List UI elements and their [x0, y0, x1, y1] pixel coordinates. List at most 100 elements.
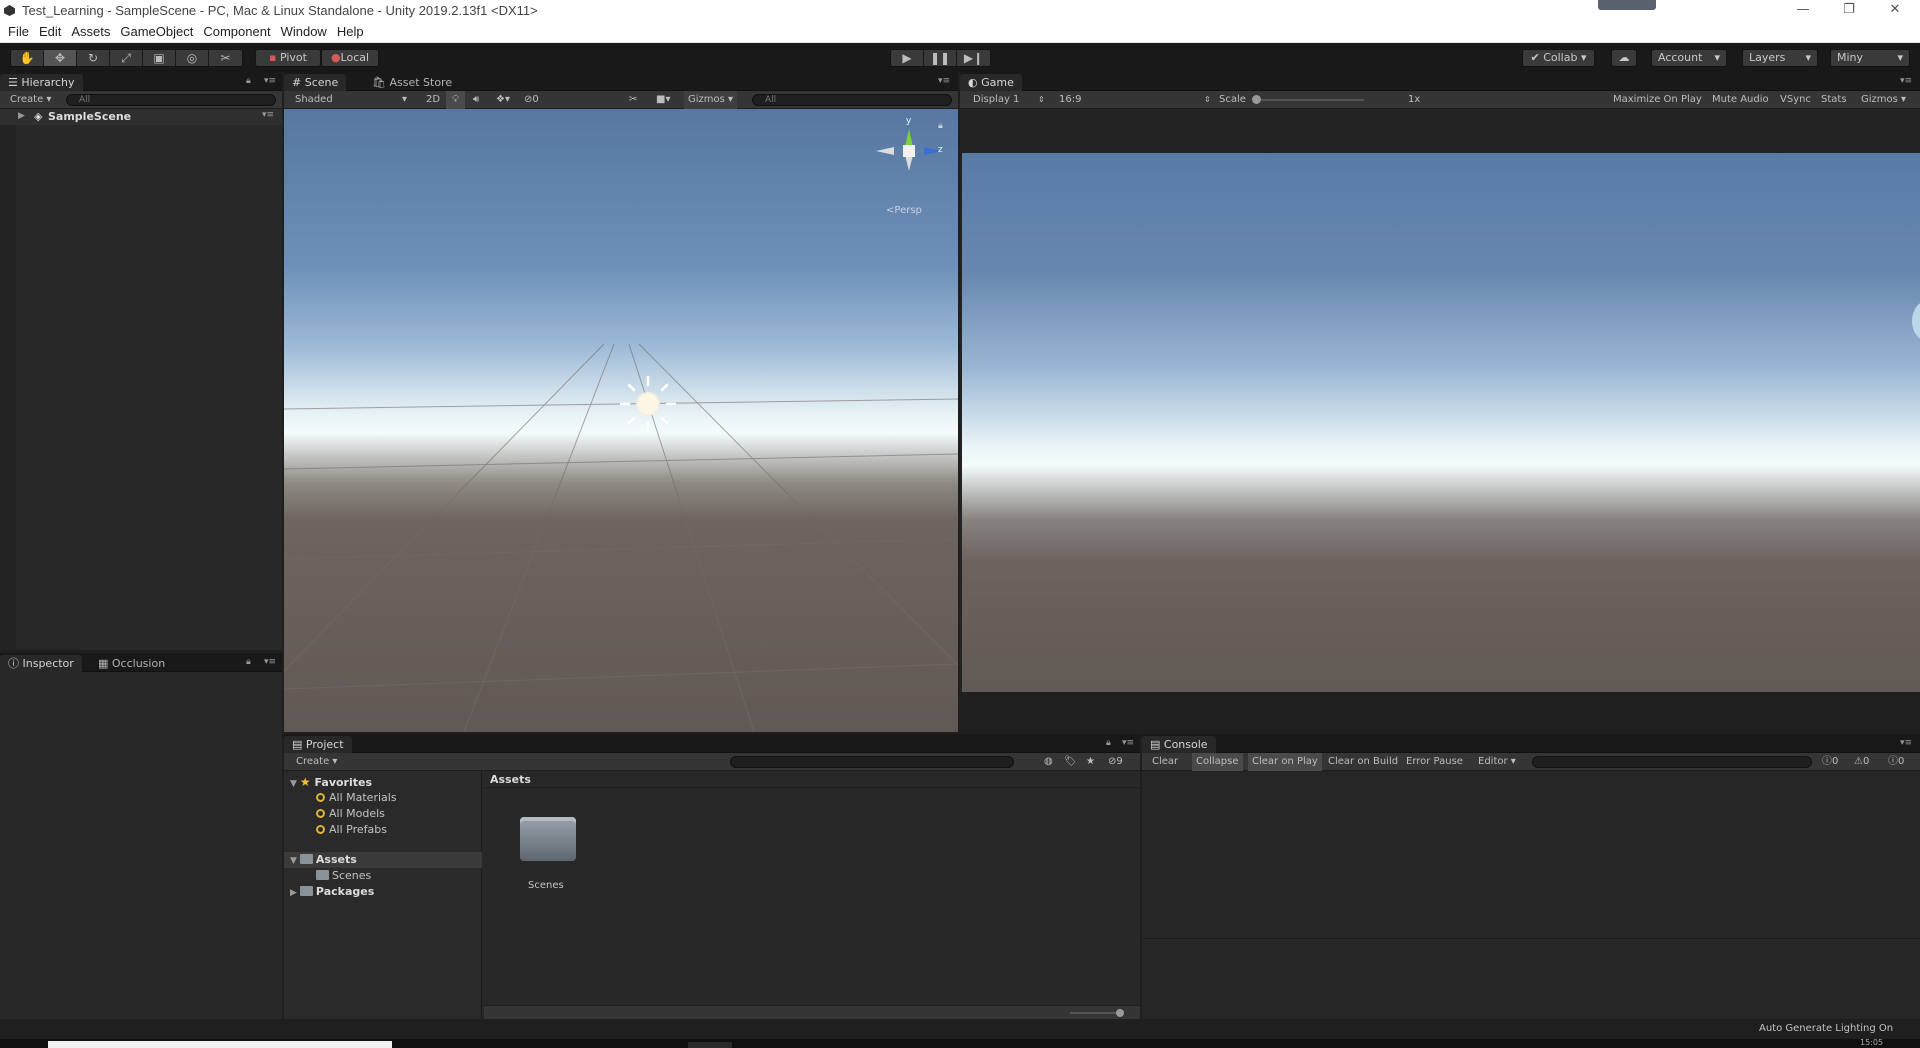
hidden-objects-toggle[interactable]: ⊘0 — [524, 91, 539, 109]
console-menu-icon[interactable]: ▾≡ — [1900, 738, 1912, 748]
scale-tool-icon[interactable]: ⤢ — [110, 50, 143, 66]
effects-toggle-icon[interactable]: ❖▾ — [496, 91, 510, 109]
icon-size-slider-thumb[interactable] — [1116, 1009, 1124, 1017]
menu-help[interactable]: Help — [332, 22, 369, 42]
stats-toggle[interactable]: Stats — [1821, 91, 1847, 109]
rotate-tool-icon[interactable]: ↻ — [77, 50, 110, 66]
pause-icon[interactable]: ❚❚ — [924, 50, 957, 66]
rect-tool-icon[interactable]: ▣ — [143, 50, 176, 66]
scenes-folder-item[interactable]: Scenes — [316, 869, 371, 882]
hierarchy-search[interactable]: All — [66, 94, 276, 106]
mute-audio-toggle[interactable]: Mute Audio — [1712, 91, 1769, 109]
play-icon[interactable]: ▶ — [891, 50, 924, 66]
tab-occlusion[interactable]: ▦ Occlusion — [90, 655, 173, 672]
game-gizmos-dropdown[interactable]: Gizmos ▾ — [1861, 91, 1906, 109]
layers-dropdown[interactable]: Layers ▾ — [1742, 49, 1818, 67]
search-by-type-icon[interactable]: ◍ — [1044, 753, 1053, 771]
breadcrumb[interactable]: Assets — [490, 773, 531, 786]
inspector-menu-icon[interactable]: ▾≡ — [264, 657, 276, 667]
pivot-button[interactable]: ▪ Pivot — [255, 49, 321, 67]
menu-assets[interactable]: Assets — [66, 22, 115, 42]
clear-on-build-toggle[interactable]: Clear on Build — [1328, 753, 1398, 771]
tab-asset-store[interactable]: 🛍︎ Asset Store — [364, 74, 460, 91]
tab-hierarchy[interactable]: ☰ Hierarchy — [0, 74, 83, 91]
error-pause-toggle[interactable]: Error Pause — [1406, 753, 1463, 771]
tab-game[interactable]: ◐ Game — [960, 74, 1022, 91]
shading-dropdown-arrow-icon[interactable]: ▾ — [402, 91, 407, 109]
minimize-button[interactable]: — — [1780, 0, 1826, 22]
move-tool-icon[interactable]: ✥ — [44, 50, 77, 66]
project-search[interactable] — [730, 756, 1014, 768]
step-icon[interactable]: ▶❙ — [957, 50, 990, 66]
display-dropdown[interactable]: Display 1 — [973, 91, 1019, 109]
console-search[interactable] — [1532, 756, 1812, 768]
scale-slider-thumb[interactable] — [1252, 95, 1261, 104]
projection-toggle[interactable]: <Persp — [886, 205, 922, 216]
search-by-label-icon[interactable]: 🏷︎ — [1064, 753, 1077, 771]
taskbar-search-box[interactable] — [48, 1041, 392, 1048]
scale-slider-track[interactable] — [1256, 99, 1364, 101]
mode-2d-toggle[interactable]: 2D — [421, 91, 445, 109]
transform-tool-icon[interactable]: ◎ — [176, 50, 209, 66]
console-detail-area[interactable] — [1142, 940, 1920, 1019]
cloud-icon[interactable]: ☁ — [1611, 49, 1637, 67]
hierarchy-create[interactable]: Create ▾ — [10, 91, 51, 109]
maximize-on-play-toggle[interactable]: Maximize On Play — [1613, 91, 1702, 109]
menu-edit[interactable]: Edit — [34, 22, 66, 42]
aspect-dropdown-arrow-icon[interactable]: ⇕ — [1204, 91, 1211, 109]
menu-gameobject[interactable]: GameObject — [115, 22, 198, 42]
taskbar-app-button[interactable] — [688, 1042, 732, 1048]
clear-button[interactable]: Clear — [1152, 753, 1178, 771]
scene-search[interactable]: All — [752, 94, 952, 106]
editor-dropdown[interactable]: Editor ▾ — [1478, 753, 1516, 771]
camera-icon[interactable]: ■▾ — [656, 91, 670, 109]
collab-button[interactable]: ✔ Collab ▾ — [1522, 49, 1595, 67]
shading-mode-dropdown[interactable]: Shaded — [295, 91, 333, 109]
warning-filter-toggle[interactable]: ⚠0 — [1854, 753, 1869, 771]
hand-tool-icon[interactable]: ✋ — [11, 50, 44, 66]
project-lock-icon[interactable]: 🔒︎ — [1106, 738, 1111, 748]
hierarchy-scene-row[interactable]: ▶ ◈ SampleScene ▾≡ — [0, 109, 282, 125]
local-button[interactable]: ●Local — [321, 49, 379, 67]
tab-inspector[interactable]: ⓘ Inspector — [0, 655, 82, 672]
gizmos-dropdown[interactable]: Gizmos ▾ — [684, 91, 738, 109]
game-panel-menu-icon[interactable]: ▾≡ — [1900, 76, 1912, 86]
console-log-area[interactable] — [1142, 771, 1920, 939]
icon-size-slider-track[interactable] — [1070, 1012, 1120, 1014]
tab-project[interactable]: ▤ Project — [284, 736, 352, 753]
lighting-toggle-icon[interactable]: 💡︎ — [446, 91, 465, 109]
info-filter-toggle[interactable]: ⓘ0 — [1822, 753, 1838, 771]
layout-dropdown[interactable]: Miny ▾ — [1830, 49, 1910, 67]
game-viewport[interactable] — [962, 153, 1920, 692]
close-button[interactable]: ✕ — [1872, 0, 1918, 22]
scene-viewport[interactable]: y z 🔒︎ <Persp — [284, 109, 958, 732]
menu-file[interactable]: File — [3, 22, 34, 42]
assets-folder-item[interactable]: ▼ Assets — [290, 853, 357, 866]
menu-window[interactable]: Window — [276, 22, 332, 42]
error-filter-toggle[interactable]: ⓘ0 — [1888, 753, 1904, 771]
inspector-lock-icon[interactable]: 🔒︎ — [246, 657, 251, 667]
project-menu-icon[interactable]: ▾≡ — [1122, 738, 1134, 748]
audio-toggle-icon[interactable]: 🔊︎ — [473, 91, 479, 109]
orientation-gizmo[interactable] — [874, 119, 944, 181]
hidden-packages-toggle[interactable]: ⊘9 — [1108, 753, 1123, 771]
scenes-folder-label[interactable]: Scenes — [528, 880, 564, 891]
scenes-folder-icon[interactable] — [520, 817, 576, 861]
vsync-toggle[interactable]: VSync — [1780, 91, 1811, 109]
scene-panel-menu-icon[interactable]: ▾≡ — [938, 76, 950, 86]
fav-all-materials[interactable]: All Materials — [316, 791, 397, 804]
project-create[interactable]: Create ▾ — [296, 753, 337, 771]
tab-scene[interactable]: # Scene — [284, 74, 347, 91]
account-dropdown[interactable]: Account ▾ — [1651, 49, 1727, 67]
display-dropdown-arrow-icon[interactable]: ⇕ — [1038, 91, 1045, 109]
fav-all-models[interactable]: All Models — [316, 807, 385, 820]
custom-tool-icon[interactable]: ✂ — [209, 50, 242, 66]
tab-console[interactable]: ▤ Console — [1142, 736, 1216, 753]
gizmo-lock-icon[interactable]: 🔒︎ — [938, 121, 943, 131]
scene-menu-icon[interactable]: ▾≡ — [262, 110, 274, 120]
favorite-icon[interactable]: ★ — [1086, 753, 1095, 771]
expand-arrow-icon[interactable]: ▶ — [18, 111, 25, 121]
fav-all-prefabs[interactable]: All Prefabs — [316, 823, 387, 836]
clear-on-play-toggle[interactable]: Clear on Play — [1248, 753, 1322, 771]
panel-menu-icon[interactable]: ▾≡ — [264, 76, 276, 86]
